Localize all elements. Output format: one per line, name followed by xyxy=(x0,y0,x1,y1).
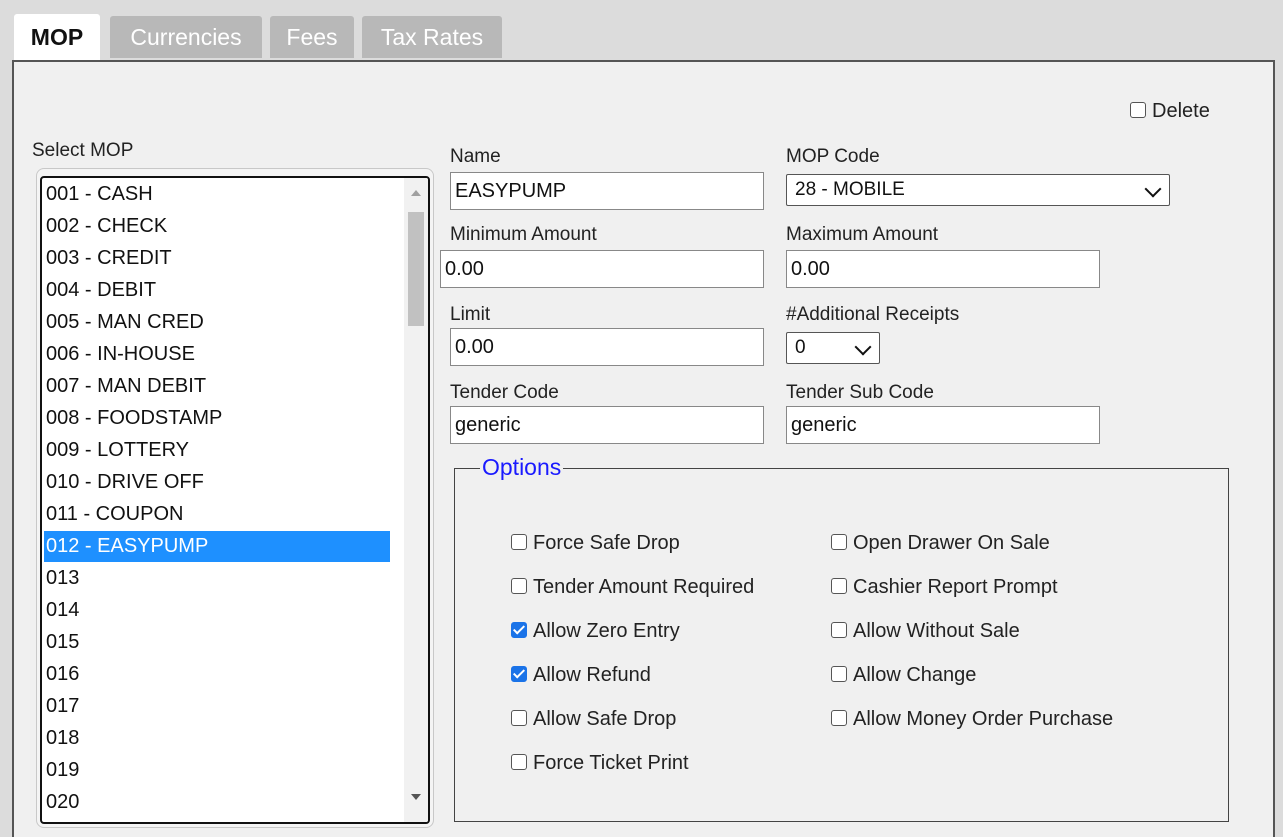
option-label: Tender Amount Required xyxy=(533,576,755,598)
option-checkbox[interactable] xyxy=(831,622,847,639)
mop-list-item[interactable]: 007 - MAN DEBIT xyxy=(44,371,390,402)
option-checkbox[interactable] xyxy=(511,534,527,551)
option-tender-amount-required[interactable]: Tender Amount Required xyxy=(511,576,754,599)
max-amount-label: Maximum Amount xyxy=(786,224,939,245)
mop-list-item[interactable]: 004 - DEBIT xyxy=(44,275,390,306)
option-checkbox[interactable] xyxy=(511,666,527,683)
additional-receipts-select[interactable]: 0 xyxy=(786,332,880,364)
option-force-ticket-print[interactable]: Force Ticket Print xyxy=(511,752,689,775)
option-label: Allow Money Order Purchase xyxy=(853,708,1114,730)
delete-label: Delete xyxy=(1152,100,1210,122)
mop-list-item[interactable]: 013 xyxy=(44,563,390,594)
mop-panel: Delete Select MOP 001 - CASH 002 - CHECK 0… xyxy=(12,60,1275,837)
tab-fees[interactable]: Fees xyxy=(270,16,354,58)
tender-sub-code-label: Tender Sub Code xyxy=(786,382,934,403)
option-allow-money-order-purchase[interactable]: Allow Money Order Purchase xyxy=(831,708,1113,731)
mop-list-item[interactable]: 014 xyxy=(44,595,390,626)
scroll-down-icon[interactable] xyxy=(411,794,421,800)
additional-receipts-label: #Additional Receipts xyxy=(786,304,960,325)
option-open-drawer-on-sale[interactable]: Open Drawer On Sale xyxy=(831,532,1050,555)
mop-list-item[interactable]: 017 xyxy=(44,691,390,722)
mop-list-item[interactable]: 012 - EASYPUMP xyxy=(44,531,390,562)
option-cashier-report-prompt[interactable]: Cashier Report Prompt xyxy=(831,576,1058,599)
options-legend: Options xyxy=(480,454,564,481)
mop-list-item[interactable]: 005 - MAN CRED xyxy=(44,307,390,338)
mop-code-value: 28 - MOBILE xyxy=(795,179,905,200)
tab-mop[interactable]: MOP xyxy=(14,14,100,60)
mop-list-item[interactable]: 006 - IN-HOUSE xyxy=(44,339,390,370)
min-amount-input[interactable]: 0.00 xyxy=(440,250,764,288)
tender-code-input[interactable]: generic xyxy=(450,406,764,444)
tab-tax-rates[interactable]: Tax Rates xyxy=(362,16,502,58)
mop-list-item[interactable]: 011 - COUPON xyxy=(44,499,390,530)
mop-code-select[interactable]: 28 - MOBILE xyxy=(786,174,1170,206)
additional-receipts-value: 0 xyxy=(795,337,806,358)
option-checkbox[interactable] xyxy=(511,578,527,595)
min-amount-label: Minimum Amount xyxy=(450,224,597,245)
option-label: Force Safe Drop xyxy=(533,532,680,554)
scroll-thumb[interactable] xyxy=(408,212,424,326)
listbox-scrollbar[interactable] xyxy=(404,178,428,822)
option-allow-safe-drop[interactable]: Allow Safe Drop xyxy=(511,708,676,731)
option-allow-without-sale[interactable]: Allow Without Sale xyxy=(831,620,1020,643)
mop-listbox[interactable]: 001 - CASH 002 - CHECK 003 - CREDIT 004 - D… xyxy=(40,176,430,824)
name-input[interactable]: EASYPUMP xyxy=(450,172,764,210)
mop-list-item[interactable]: 015 xyxy=(44,627,390,658)
select-mop-label: Select MOP xyxy=(32,140,134,161)
mop-list-item[interactable]: 009 - LOTTERY xyxy=(44,435,390,466)
option-allow-change[interactable]: Allow Change xyxy=(831,664,976,687)
tab-bar: MOP Currencies Fees Tax Rates xyxy=(0,0,1283,60)
tender-code-label: Tender Code xyxy=(450,382,559,403)
option-allow-zero-entry[interactable]: Allow Zero Entry xyxy=(511,620,680,643)
option-label: Allow Without Sale xyxy=(853,620,1020,642)
mop-list-item[interactable]: 018 xyxy=(44,723,390,754)
option-checkbox[interactable] xyxy=(511,622,527,639)
option-label: Cashier Report Prompt xyxy=(853,576,1058,598)
option-force-safe-drop[interactable]: Force Safe Drop xyxy=(511,532,680,555)
mop-list-item[interactable]: 008 - FOODSTAMP xyxy=(44,403,390,434)
option-label: Allow Safe Drop xyxy=(533,708,677,730)
option-checkbox[interactable] xyxy=(831,578,847,595)
mop-list-item[interactable]: 016 xyxy=(44,659,390,690)
limit-input[interactable]: 0.00 xyxy=(450,328,764,366)
mop-list-item[interactable]: 001 - CASH xyxy=(44,179,390,210)
delete-control[interactable]: Delete xyxy=(1130,100,1210,123)
mop-list-item[interactable]: 020 xyxy=(44,787,390,818)
tender-sub-code-input[interactable]: generic xyxy=(786,406,1100,444)
option-label: Force Ticket Print xyxy=(533,752,689,774)
mop-list-item[interactable]: 003 - CREDIT xyxy=(44,243,390,274)
option-label: Open Drawer On Sale xyxy=(853,532,1050,554)
name-label: Name xyxy=(450,146,501,167)
mop-list-item[interactable]: 002 - CHECK xyxy=(44,211,390,242)
option-checkbox[interactable] xyxy=(831,710,847,727)
option-allow-refund[interactable]: Allow Refund xyxy=(511,664,651,687)
scroll-up-icon[interactable] xyxy=(411,190,421,196)
chevron-down-icon xyxy=(854,338,872,356)
mop-list-item[interactable]: 019 xyxy=(44,755,390,786)
mop-list-item[interactable]: 010 - DRIVE OFF xyxy=(44,467,390,498)
delete-checkbox[interactable] xyxy=(1130,102,1146,119)
limit-label: Limit xyxy=(450,304,491,325)
option-checkbox[interactable] xyxy=(511,754,527,771)
mop-code-label: MOP Code xyxy=(786,146,880,167)
option-checkbox[interactable] xyxy=(511,710,527,727)
max-amount-input[interactable]: 0.00 xyxy=(786,250,1100,288)
option-label: Allow Zero Entry xyxy=(533,620,680,642)
option-checkbox[interactable] xyxy=(831,534,847,551)
option-label: Allow Change xyxy=(853,664,977,686)
option-checkbox[interactable] xyxy=(831,666,847,683)
chevron-down-icon xyxy=(1144,180,1162,198)
option-label: Allow Refund xyxy=(533,664,651,686)
tab-currencies[interactable]: Currencies xyxy=(110,16,262,58)
